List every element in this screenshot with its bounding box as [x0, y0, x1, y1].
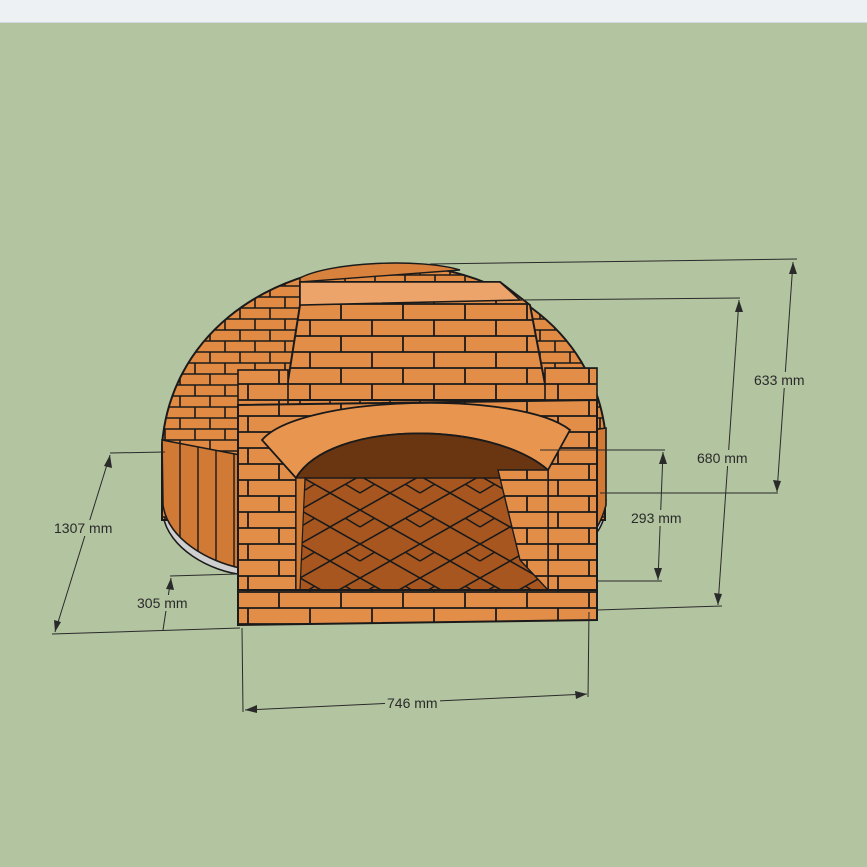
dimension-chimney-height: 633 mm — [752, 372, 807, 388]
dimension-front-width: 746 mm — [385, 695, 440, 711]
dimension-depth: 1307 mm — [52, 520, 115, 536]
dimension-total-height: 680 mm — [695, 450, 750, 466]
dimension-base-height: 305 mm — [135, 595, 190, 611]
pizza-oven-model — [51, 258, 798, 713]
dimension-opening-height: 293 mm — [629, 510, 684, 526]
